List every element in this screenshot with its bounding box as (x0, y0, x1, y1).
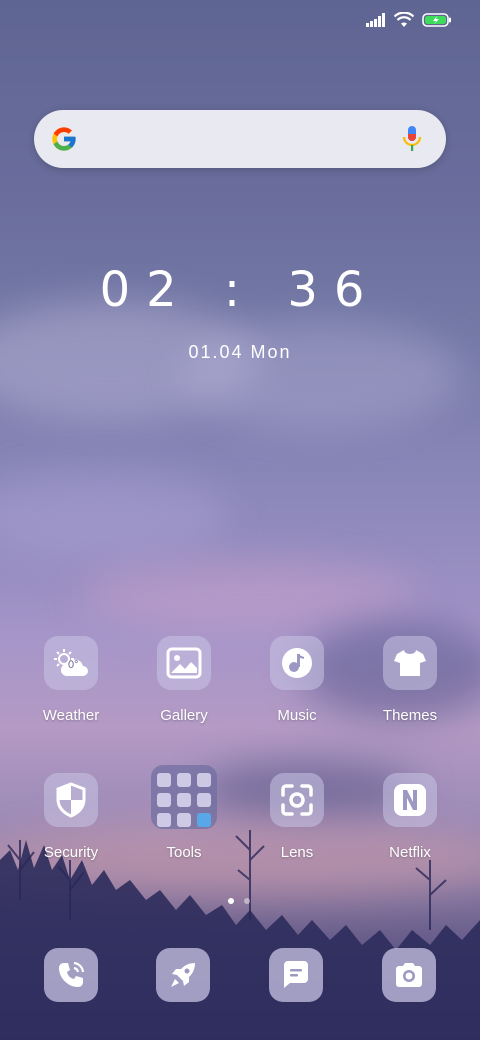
crescent-moon-decoration (284, 426, 338, 477)
moon-badge-icon (207, 941, 217, 950)
signal-icon (366, 13, 385, 27)
dock-rocket[interactable] (156, 948, 210, 1002)
gallery-tile[interactable] (157, 636, 211, 690)
moon-badge-icon (95, 768, 105, 777)
mic-icon[interactable] (400, 125, 424, 153)
battery-charging-icon (422, 13, 451, 27)
music-icon (282, 648, 312, 678)
app-label: Lens (280, 844, 314, 861)
mini-app-icon (177, 813, 191, 827)
moon-badge-icon (319, 941, 329, 950)
clock-date[interactable]: 01.04 Mon (0, 342, 480, 363)
dock-camera[interactable] (382, 948, 436, 1002)
app-gallery[interactable]: Gallery (129, 631, 239, 746)
moon-badge-icon (434, 631, 444, 640)
app-lens[interactable]: Lens (242, 768, 352, 883)
rocket-icon (171, 963, 195, 987)
moon-badge-icon (432, 941, 442, 950)
app-label: Gallery (160, 707, 208, 724)
moon-badge-icon (208, 631, 218, 640)
dock-messages[interactable] (269, 948, 323, 1002)
weather-tile[interactable]: 0° (44, 636, 98, 690)
folder-icon[interactable] (151, 765, 217, 829)
mini-app-icon (177, 793, 191, 807)
app-netflix[interactable]: Netflix (355, 768, 465, 883)
netflix-tile[interactable] (383, 773, 437, 827)
app-label: Security (43, 844, 99, 861)
weather-temp: 0° (68, 659, 79, 671)
app-label: Netflix (389, 844, 431, 861)
moon-badge-icon (94, 941, 104, 950)
mini-app-icon (157, 773, 171, 787)
messages-icon (284, 961, 308, 988)
netflix-icon (394, 784, 426, 816)
phone-icon (59, 961, 85, 987)
app-themes[interactable]: Themes (355, 631, 465, 746)
moon-badge-icon (321, 631, 331, 640)
google-logo-icon (52, 127, 76, 151)
app-label: Music (277, 707, 317, 724)
moon-badge-icon (434, 768, 444, 777)
themes-icon (394, 650, 426, 676)
lens-icon (281, 784, 313, 816)
security-tile[interactable] (44, 773, 98, 827)
camera-icon (396, 963, 422, 987)
wifi-icon (394, 12, 414, 27)
mini-app-icon (197, 813, 211, 827)
mini-app-icon (197, 773, 211, 787)
lens-tile[interactable] (270, 773, 324, 827)
app-weather[interactable]: 0° Weather (16, 631, 126, 746)
mini-app-icon (177, 773, 191, 787)
themes-tile[interactable] (383, 636, 437, 690)
page-dot (228, 898, 234, 904)
shield-icon (56, 782, 86, 818)
music-tile[interactable] (270, 636, 324, 690)
mini-app-icon (157, 813, 171, 827)
dock-phone[interactable] (44, 948, 98, 1002)
app-label: Weather (42, 707, 100, 724)
mini-app-icon (157, 793, 171, 807)
app-label: Tools (166, 844, 202, 861)
clock-time[interactable]: 02 : 36 (0, 262, 480, 318)
gallery-icon (166, 647, 202, 679)
moon-badge-icon (321, 768, 331, 777)
app-label: Themes (382, 707, 438, 724)
page-indicator (228, 898, 250, 904)
moon-badge-icon (95, 631, 105, 640)
page-dot (244, 898, 250, 904)
google-search-bar[interactable] (34, 110, 446, 168)
app-folder-tools[interactable]: Tools (129, 765, 239, 883)
status-bar (0, 0, 480, 44)
app-music[interactable]: Music (242, 631, 352, 746)
app-security[interactable]: Security (16, 768, 126, 883)
mini-app-icon (197, 793, 211, 807)
